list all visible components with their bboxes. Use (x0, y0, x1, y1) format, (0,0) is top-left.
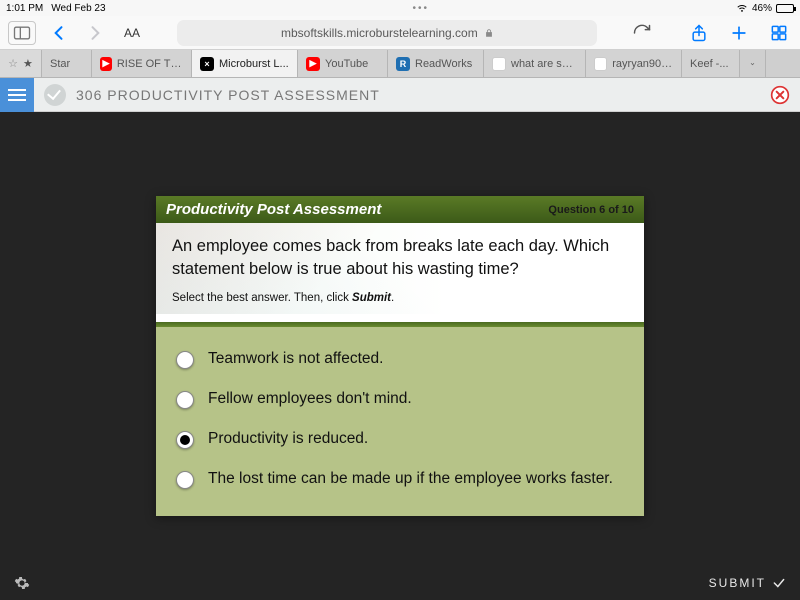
youtube-icon: ▶ (306, 57, 320, 71)
course-header: 306 PRODUCTIVITY POST ASSESSMENT (0, 78, 800, 112)
answer-text: The lost time can be made up if the empl… (208, 469, 613, 489)
tabs-overview-button[interactable] (766, 20, 792, 46)
content-stage: Productivity Post Assessment Question 6 … (0, 112, 800, 600)
readworks-icon: R (396, 57, 410, 71)
answer-option-2[interactable]: Fellow employees don't mind. (176, 389, 624, 409)
answer-text: Fellow employees don't mind. (208, 389, 412, 409)
text-size-button[interactable]: AA (118, 26, 146, 40)
check-icon (772, 576, 786, 590)
multitask-dots[interactable]: ••• (106, 3, 736, 14)
favorites-tab[interactable]: ☆ ★ (0, 50, 42, 77)
back-button[interactable] (46, 20, 72, 46)
battery-percent: 46% (752, 3, 772, 14)
reload-button[interactable] (629, 20, 655, 46)
instruction-text: Select the best answer. Then, click Subm… (172, 292, 628, 304)
forward-button (82, 20, 108, 46)
settings-icon[interactable] (14, 575, 30, 591)
tab-google-1[interactable]: Gwhat are so... (484, 50, 586, 77)
tab-strip: ☆ ★ Star ▶RISE OF THE... ×Microburst L..… (0, 50, 800, 78)
menu-button[interactable] (0, 78, 34, 112)
progress-check-icon (44, 84, 66, 106)
submit-label: SUBMIT (709, 576, 766, 590)
ipad-status-bar: 1:01 PM Wed Feb 23 ••• 46% (0, 0, 800, 16)
tab-star[interactable]: Star (42, 50, 92, 77)
tab-readworks[interactable]: RReadWorks (388, 50, 484, 77)
radio-icon (176, 351, 194, 369)
status-time: 1:01 PM (6, 3, 43, 14)
url-text: mbsoftskills.microburstelearning.com (281, 26, 478, 40)
tab-keef[interactable]: Keef -... (682, 50, 740, 77)
radio-icon (176, 471, 194, 489)
share-button[interactable] (686, 20, 712, 46)
google-icon: G (594, 57, 607, 71)
quiz-card: Productivity Post Assessment Question 6 … (156, 196, 644, 515)
answer-option-3[interactable]: Productivity is reduced. (176, 429, 624, 449)
answer-option-1[interactable]: Teamwork is not affected. (176, 349, 624, 369)
new-tab-button[interactable] (726, 20, 752, 46)
answer-text: Productivity is reduced. (208, 429, 368, 449)
sidebar-toggle-icon[interactable] (8, 21, 36, 45)
lock-icon (484, 28, 494, 38)
submit-button[interactable]: SUBMIT (709, 576, 786, 590)
answer-option-4[interactable]: The lost time can be made up if the empl… (176, 469, 624, 489)
tab-rise[interactable]: ▶RISE OF THE... (92, 50, 192, 77)
star-filled-icon: ★ (23, 57, 33, 70)
question-text: An employee comes back from breaks late … (172, 235, 628, 280)
battery-icon (776, 4, 794, 13)
close-button[interactable] (770, 85, 790, 105)
radio-icon (176, 391, 194, 409)
wifi-icon (736, 1, 748, 16)
quiz-header: Productivity Post Assessment Question 6 … (156, 196, 644, 223)
question-progress: Question 6 of 10 (548, 204, 634, 216)
tab-overflow[interactable] (740, 50, 766, 77)
answers-list: Teamwork is not affected. Fellow employe… (156, 327, 644, 516)
tab-youtube[interactable]: ▶YouTube (298, 50, 388, 77)
quiz-title: Productivity Post Assessment (166, 201, 381, 218)
address-bar[interactable]: mbsoftskills.microburstelearning.com (177, 20, 597, 46)
google-icon: G (492, 57, 506, 71)
status-date: Wed Feb 23 (51, 3, 105, 14)
star-outline-icon: ☆ (8, 57, 18, 70)
tab-google-2[interactable]: Grayryan90 -... (586, 50, 682, 77)
course-title: 306 PRODUCTIVITY POST ASSESSMENT (76, 87, 380, 103)
youtube-icon: ▶ (100, 57, 112, 71)
answer-text: Teamwork is not affected. (208, 349, 383, 369)
safari-toolbar: AA mbsoftskills.microburstelearning.com (0, 16, 800, 50)
tab-microburst[interactable]: ×Microburst L... (192, 50, 298, 77)
question-area: An employee comes back from breaks late … (156, 223, 644, 314)
radio-icon-selected (176, 431, 194, 449)
player-bottom-bar: SUBMIT (0, 566, 800, 600)
site-icon: × (200, 57, 214, 71)
